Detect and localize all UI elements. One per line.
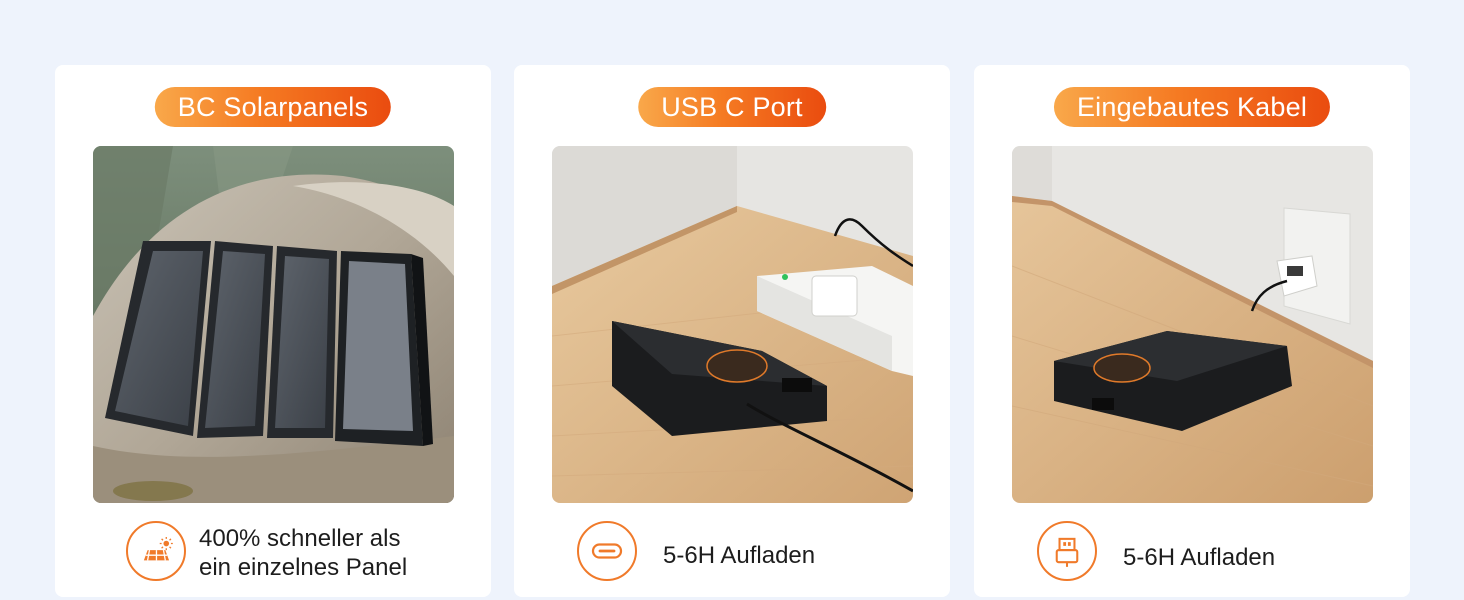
feature-card-solar: BC Solarpanels 400% schneller als ein ei… xyxy=(55,65,491,597)
feature-text-line-1: 400% schneller als xyxy=(199,525,401,552)
feature-text-line-2: ein einzelnes Panel xyxy=(199,554,408,581)
card-title-badge: USB C Port xyxy=(638,87,826,127)
usb-cable-icon xyxy=(1037,521,1097,581)
feature-text: 5-6H Aufladen xyxy=(1123,544,1276,571)
built-in-cable-power-bank-photo xyxy=(1012,146,1373,503)
solar-power-bank-photo xyxy=(93,146,454,503)
card-title-badge: BC Solarpanels xyxy=(154,87,392,127)
usb-c-port-icon xyxy=(577,521,637,581)
solar-panel-icon xyxy=(126,521,186,581)
usb-c-power-bank-photo xyxy=(552,146,913,503)
feature-text: 400% schneller als ein einzelnes Panel xyxy=(199,524,407,582)
feature-card-usb-c: USB C Port 5-6H Aufladen xyxy=(514,65,950,597)
feature-text: 5-6H Aufladen xyxy=(663,542,816,569)
feature-card-cable: Eingebautes Kabel 5-6H Aufladen xyxy=(974,65,1410,597)
card-title-badge: Eingebautes Kabel xyxy=(1053,87,1331,127)
